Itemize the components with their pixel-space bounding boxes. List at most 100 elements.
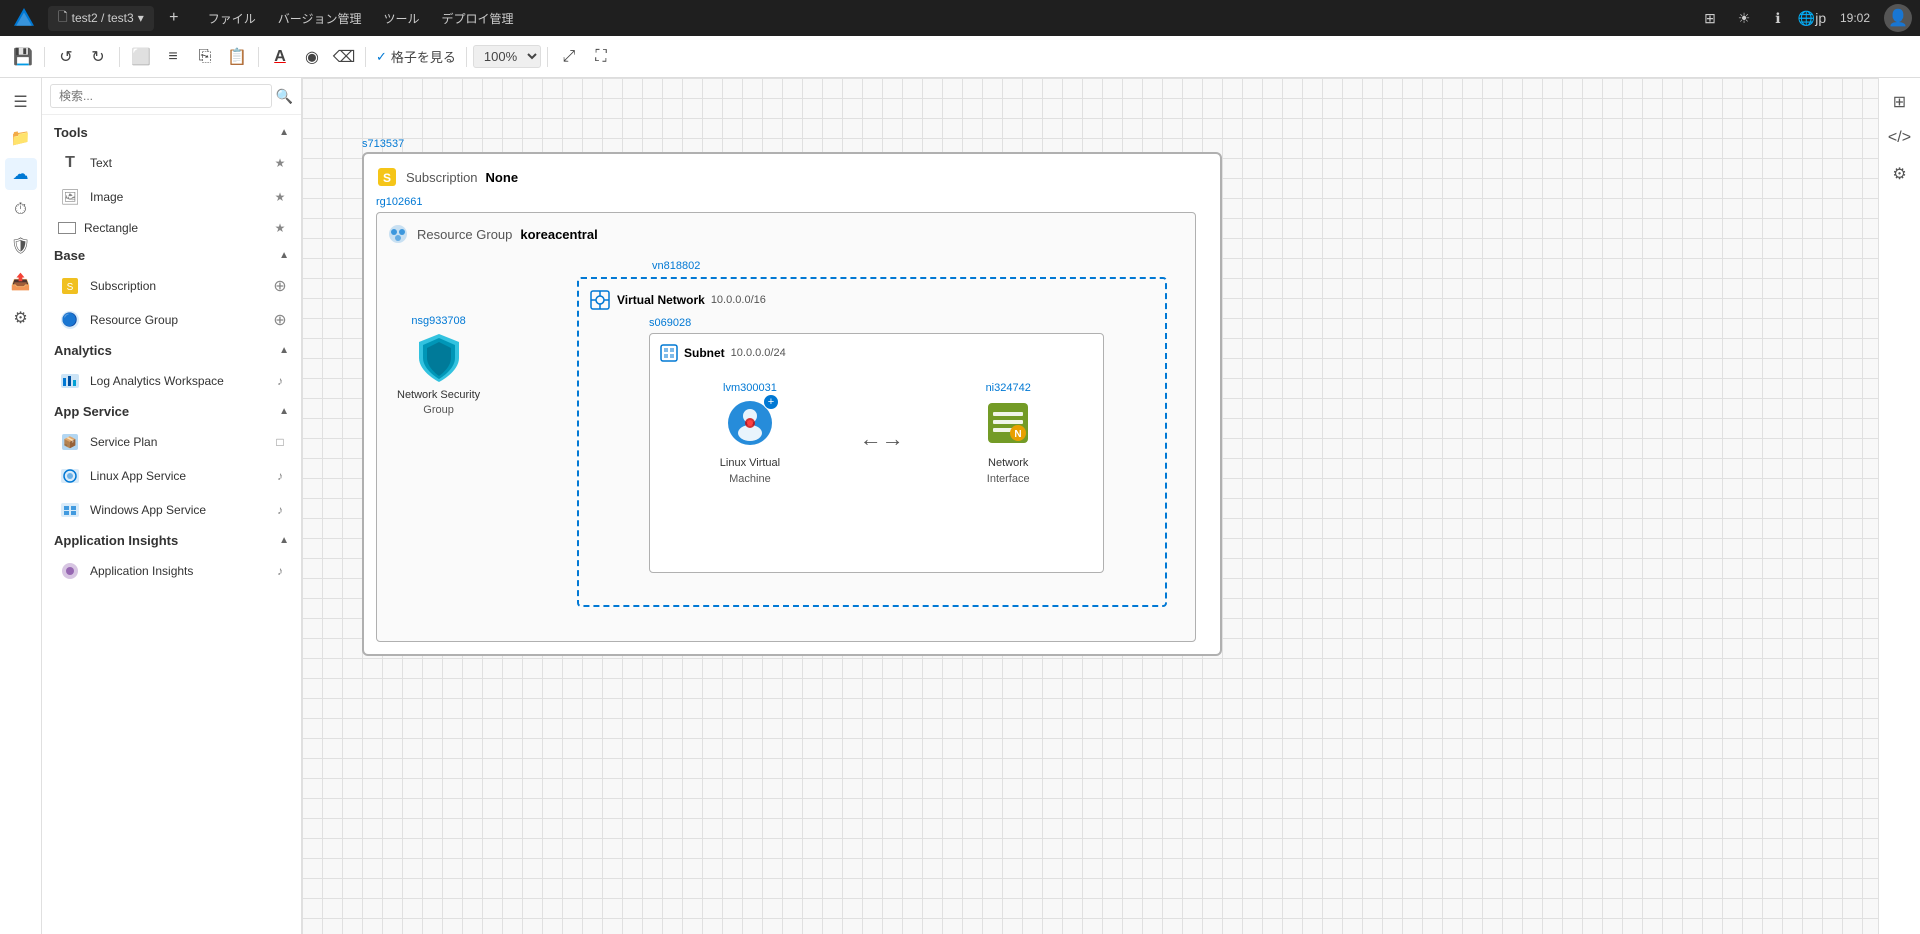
rectangle-icon <box>58 222 76 234</box>
subnet-box: Subnet 10.0.0.0/24 lvm300031 <box>649 333 1104 573</box>
log-analytics-icon <box>58 369 82 393</box>
toolbar: 💾 ↺ ↻ ⬜ ≡ ⎘ 📋 A ◉ ⌫ ✓ 格子を見る 100% 75% 50%… <box>0 36 1920 78</box>
language-button[interactable]: 🌐 jp <box>1798 4 1826 32</box>
paste-button[interactable]: 📋 <box>222 42 252 72</box>
nav-export[interactable]: 📤 <box>5 266 37 298</box>
panel-body: Tools ▲ T Text ★ 🖼 Image ★ Rectangle ★ B… <box>42 115 301 934</box>
diagram-root: s713537 S Subscription None rg102661 <box>362 138 1222 656</box>
lvm-icon-container: + <box>725 398 775 453</box>
nav-history[interactable]: ⏱ <box>5 194 37 226</box>
right-icon-3[interactable]: ⚙ <box>1884 158 1916 190</box>
sep-6 <box>547 47 548 67</box>
sep-5 <box>466 47 467 67</box>
avatar-button[interactable]: 👤 <box>1884 4 1912 32</box>
vn-header: Virtual Network 10.0.0.0/16 <box>589 289 1155 311</box>
right-panel: ⊞ </> ⚙ <box>1878 78 1920 934</box>
section-appinsights-header[interactable]: Application Insights ▲ <box>42 527 301 554</box>
right-icon-1[interactable]: ⊞ <box>1884 86 1916 118</box>
zoom-select[interactable]: 100% 75% 50% 150% <box>473 45 541 68</box>
sidebar-item-log-analytics[interactable]: Log Analytics Workspace ♪ <box>42 364 301 398</box>
fill-button[interactable]: ◉ <box>297 42 327 72</box>
undo-button[interactable]: ↺ <box>51 42 81 72</box>
search-button[interactable]: 🔍 <box>276 88 293 105</box>
ni-icon-container: N <box>983 398 1033 453</box>
sidebar-item-windows-app[interactable]: Windows App Service ♪ <box>42 493 301 527</box>
nsg-subtitle: Group <box>423 404 454 416</box>
subnet-label: s069028 <box>649 317 1155 329</box>
new-tab-button[interactable]: + <box>162 6 186 30</box>
subnet-cidr: 10.0.0.0/24 <box>731 347 786 359</box>
sep-2 <box>119 47 120 67</box>
grid-button[interactable]: ⊞ <box>1696 4 1724 32</box>
menu-items: ファイル バージョン管理 ツール デプロイ管理 <box>198 6 524 31</box>
copy-button[interactable]: ⎘ <box>190 42 220 72</box>
grid-label[interactable]: ✓ 格子を見る <box>372 47 460 66</box>
nav-home[interactable]: ☰ <box>5 86 37 118</box>
subscription-icon: S <box>376 166 398 188</box>
service-plan-icon: 📦 <box>58 430 82 454</box>
sidebar-item-linux-app[interactable]: Linux App Service ♪ <box>42 459 301 493</box>
right-controls: ⊞ ☀ ℹ 🌐 jp 19:02 👤 <box>1696 4 1912 32</box>
theme-button[interactable]: ☀ <box>1730 4 1758 32</box>
section-base-header[interactable]: Base ▲ <box>42 242 301 269</box>
sidebar-item-resource-group[interactable]: 🔵 Resource Group ⊕ <box>42 303 301 337</box>
section-analytics-header[interactable]: Analytics ▲ <box>42 337 301 364</box>
vn-title: Virtual Network <box>617 293 705 307</box>
save-button[interactable]: 💾 <box>8 42 38 72</box>
vm-arrow: ←→ <box>860 426 904 452</box>
lvm-badge: + <box>763 394 779 410</box>
subscription-icon: S <box>58 274 82 298</box>
fit-button[interactable]: ⤢ <box>554 42 584 72</box>
sidebar-item-subscription[interactable]: S Subscription ⊕ <box>42 269 301 303</box>
sidebar-item-image[interactable]: 🖼 Image ★ <box>42 180 301 214</box>
sidebar-item-service-plan[interactable]: 📦 Service Plan □ <box>42 425 301 459</box>
subnet-nodes: lvm300031 <box>660 382 1093 485</box>
canvas-area[interactable]: s713537 S Subscription None rg102661 <box>302 78 1878 934</box>
sep-4 <box>365 47 366 67</box>
subscription-box: S Subscription None rg102661 <box>362 152 1222 656</box>
menu-file[interactable]: ファイル <box>198 6 266 31</box>
frame-button[interactable]: ⬜ <box>126 42 156 72</box>
menu-tools[interactable]: ツール <box>374 6 430 31</box>
image-icon: 🖼 <box>58 185 82 209</box>
label-s713537: s713537 <box>362 138 1222 150</box>
vn-cidr: 10.0.0.0/16 <box>711 294 766 306</box>
main-area: ☰ 📁 ☁ ⏱ 🛡 📤 ⚙ 🔍 Tools ▲ T Text ★ 🖼 <box>0 78 1920 934</box>
menu-deploy[interactable]: デプロイ管理 <box>432 6 524 31</box>
menu-version[interactable]: バージョン管理 <box>268 6 372 31</box>
breadcrumb[interactable]: 🗋 test2 / test3 ▾ <box>48 6 154 31</box>
vn-label: vn818802 <box>652 260 700 272</box>
eraser-button[interactable]: ⌫ <box>329 42 359 72</box>
sidebar-item-app-insights[interactable]: Application Insights ♪ <box>42 554 301 588</box>
nav-files[interactable]: 📁 <box>5 122 37 154</box>
present-button[interactable]: ⛶ <box>586 42 616 72</box>
sidebar-item-text[interactable]: T Text ★ <box>42 146 301 180</box>
text-color-button[interactable]: A <box>265 42 295 72</box>
redo-button[interactable]: ↻ <box>83 42 113 72</box>
left-icon-bar: ☰ 📁 ☁ ⏱ 🛡 📤 ⚙ <box>0 78 42 934</box>
subnet-title: Subnet <box>684 346 725 360</box>
time-display: 19:02 <box>1832 11 1878 25</box>
resource-group-header: Resource Group koreacentral <box>387 223 1185 245</box>
section-appservice-header[interactable]: App Service ▲ <box>42 398 301 425</box>
svg-text:S: S <box>383 171 391 185</box>
nav-cloud[interactable]: ☁ <box>5 158 37 190</box>
sep-3 <box>258 47 259 67</box>
left-panel: 🔍 Tools ▲ T Text ★ 🖼 Image ★ Rectangle ★ <box>42 78 302 934</box>
nav-settings[interactable]: ⚙ <box>5 302 37 334</box>
svg-text:🔵: 🔵 <box>62 312 78 327</box>
info-button[interactable]: ℹ <box>1764 4 1792 32</box>
subnet-icon <box>660 344 678 362</box>
app-logo <box>8 2 40 34</box>
right-icon-2[interactable]: </> <box>1884 122 1916 154</box>
nav-security[interactable]: 🛡 <box>5 230 37 262</box>
subnet-header: Subnet 10.0.0.0/24 <box>660 344 1093 362</box>
nsg-group: nsg933708 Network Security Group <box>397 315 480 416</box>
virtual-network-box: Virtual Network 10.0.0.0/16 s069028 <box>577 277 1167 607</box>
search-input[interactable] <box>50 84 272 108</box>
rg-inner: nsg933708 Network Security Group vn81 <box>387 255 1185 625</box>
sidebar-item-rectangle[interactable]: Rectangle ★ <box>42 214 301 242</box>
app-insights-icon <box>58 559 82 583</box>
list-button[interactable]: ≡ <box>158 42 188 72</box>
section-tools-header[interactable]: Tools ▲ <box>42 119 301 146</box>
